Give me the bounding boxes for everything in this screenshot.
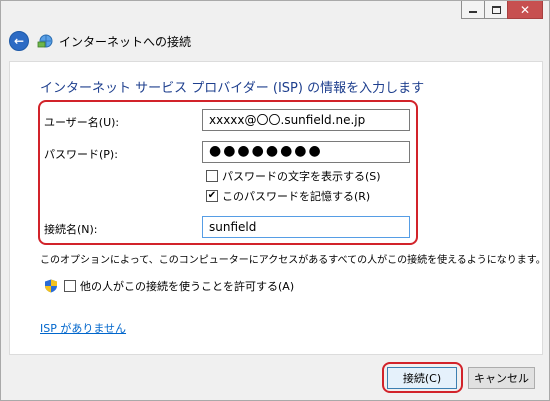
network-wizard-icon bbox=[37, 34, 53, 48]
share-connection-label: 他の人がこの接続を使うことを許可する(A) bbox=[80, 280, 295, 293]
connect-button[interactable]: 接続(C) bbox=[387, 367, 457, 389]
password-input[interactable]: ●●●●●●●● bbox=[202, 141, 410, 163]
caption-buttons: ✕ bbox=[461, 1, 543, 19]
share-connection-checkbox[interactable] bbox=[64, 280, 76, 292]
checkmark-icon: ✔ bbox=[207, 190, 217, 201]
remember-password-checkbox[interactable]: ✔ bbox=[206, 190, 218, 202]
close-icon: ✕ bbox=[519, 2, 531, 17]
share-note: このオプションによって、このコンピューターにアクセスがあるすべての人がこの接続を… bbox=[40, 255, 546, 266]
window-title: インターネットへの接続 bbox=[59, 34, 192, 49]
username-input[interactable]: xxxxx@〇〇.sunfield.ne.jp bbox=[202, 109, 410, 131]
no-isp-link[interactable]: ISP がありません bbox=[40, 320, 126, 336]
password-label: パスワード(P): bbox=[44, 148, 118, 161]
cancel-button[interactable]: キャンセル bbox=[468, 367, 535, 389]
connect-to-internet-window: ✕ ← インターネットへの接続 インターネット サービス プロバイダー (ISP… bbox=[0, 0, 550, 401]
maximize-icon bbox=[491, 5, 501, 14]
minimize-icon bbox=[469, 11, 477, 13]
connection-name-label: 接続名(N): bbox=[44, 223, 98, 236]
remember-password-label: このパスワードを記憶する(R) bbox=[222, 190, 371, 203]
back-button[interactable]: ← bbox=[9, 31, 29, 51]
main-instruction: インターネット サービス プロバイダー (ISP) の情報を入力します bbox=[40, 81, 425, 96]
share-connection-option[interactable]: 他の人がこの接続を使うことを許可する(A) bbox=[44, 278, 294, 294]
username-label: ユーザー名(U): bbox=[44, 116, 120, 129]
show-password-label: パスワードの文字を表示する(S) bbox=[222, 170, 381, 183]
connection-name-input[interactable]: sunfield bbox=[202, 216, 410, 238]
wizard-content-panel: インターネット サービス プロバイダー (ISP) の情報を入力します ユーザー… bbox=[9, 61, 546, 355]
close-button[interactable]: ✕ bbox=[507, 1, 543, 19]
remember-password-option[interactable]: ✔ このパスワードを記憶する(R) bbox=[206, 188, 370, 204]
uac-shield-icon bbox=[45, 279, 57, 293]
maximize-button[interactable] bbox=[484, 1, 508, 19]
wizard-header: ← インターネットへの接続 bbox=[9, 29, 191, 53]
back-arrow-icon: ← bbox=[13, 34, 25, 48]
show-password-checkbox[interactable] bbox=[206, 170, 218, 182]
minimize-button[interactable] bbox=[461, 1, 485, 19]
show-password-option[interactable]: パスワードの文字を表示する(S) bbox=[206, 168, 381, 184]
